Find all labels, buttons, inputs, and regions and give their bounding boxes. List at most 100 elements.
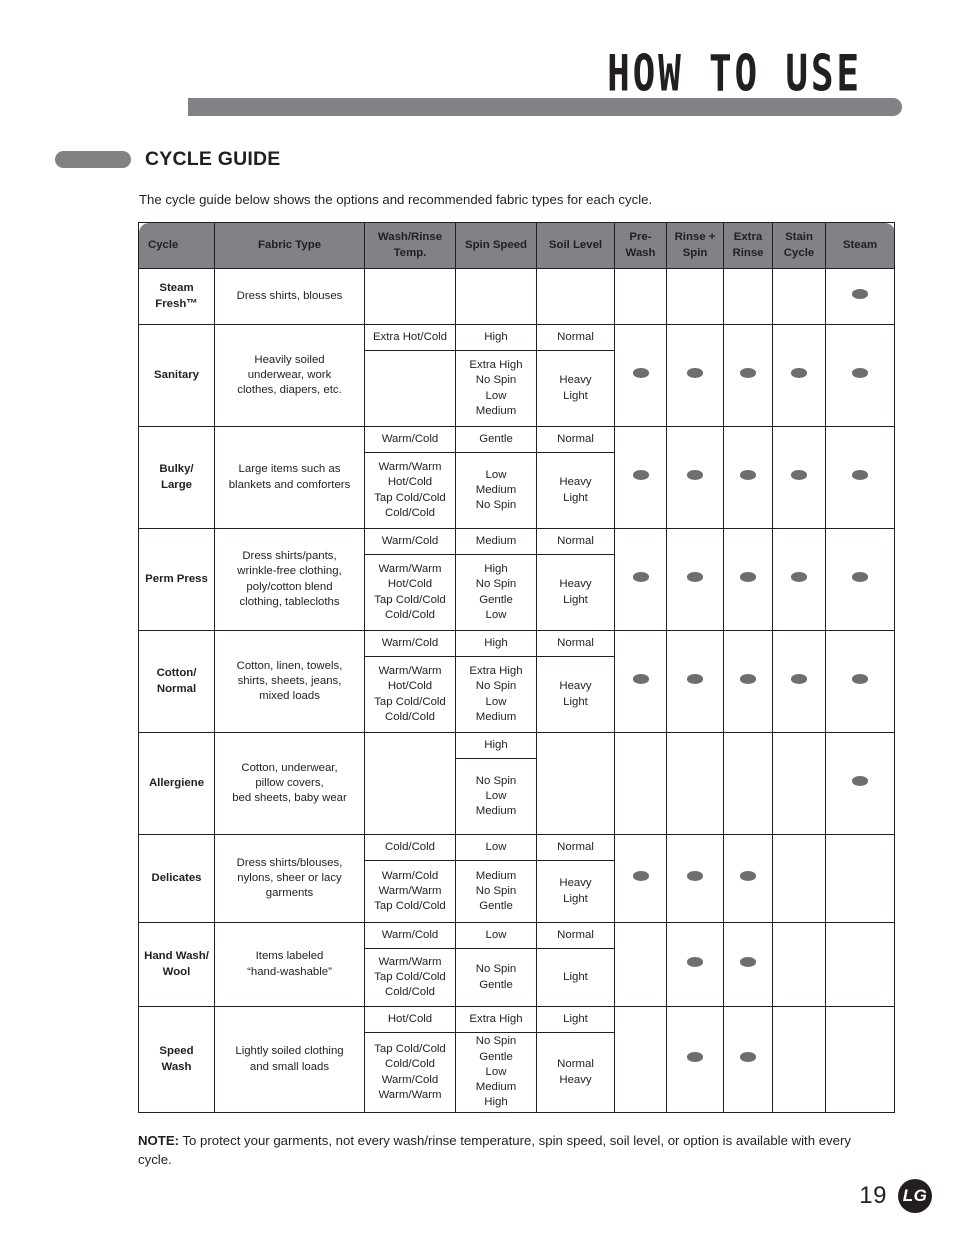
wash-rinse-temp-value: Warm/Warm [378,1088,442,1101]
spin-speed-value: No Spin [475,774,517,787]
spin-speed-value: Extra High [469,1012,523,1025]
cycle-name-line: Wool [162,965,191,978]
soil-level-value: Heavy [559,877,592,890]
cell-spin-speed-secondary: Extra High No Spin Low Medium [455,656,537,733]
fabric-line: poly/cotton blend [246,580,333,593]
cycle-guide-table: Cycle Fabric Type Wash/Rinse Temp. Spin Spee… [138,222,895,1113]
option-dot [740,871,756,881]
wash-rinse-temp-value: Warm/Cold [381,432,439,445]
option-dot [632,470,649,480]
cell-soil-level-primary: Normal [536,324,615,351]
cell-wash-rinse-temp-primary: Warm/Cold [364,426,456,453]
table-row: Hand Wash/Wool Items labeled “hand-washabl… [138,922,895,1007]
soil-level-value: Normal [557,432,594,445]
column-header-line: Spin Speed [464,238,528,251]
spin-speed-value: High [484,636,508,649]
cell-fabric-type: Cotton, linen, towels, shirts, sheets, je… [214,630,365,733]
soil-level-value: Heavy [559,1073,592,1086]
column-header-line: Wash [625,246,656,259]
soil-level-value: Light [563,892,588,905]
cell-option-steam [825,426,895,529]
note-body: To protect your garments, not every wash… [138,1133,851,1167]
option-dot [632,368,649,378]
cycle-name-line: Fresh™ [155,297,198,310]
cycle-name-line: Wash [161,1060,192,1073]
soil-level-value: Normal [557,636,594,649]
column-header-steam: Steam [825,222,895,269]
column-header-line: Cycle [148,238,179,251]
table-row: Bulky/Large Large items such as blankets a… [138,426,895,529]
cycle-guide-table-container: Cycle Fabric Type Wash/Rinse Temp. Spin Spee… [138,222,895,1113]
section-heading: CYCLE GUIDE [55,148,280,171]
cell-cycle-name: Bulky/Large [138,426,215,529]
cell-option-steam [825,324,895,427]
cycle-name-line: Sanitary [154,368,199,381]
cell-spin-speed-secondary: No Spin Gentle [455,948,537,1007]
soil-level-value: Heavy [559,374,592,387]
cell-spin-speed-secondary: Extra High No Spin Low Medium [455,350,537,427]
soil-level-value: Light [563,695,588,708]
wash-rinse-temp-value: Hot/Cold [387,680,433,693]
option-dot [791,674,807,684]
wash-rinse-temp-value: Cold/Cold [384,710,436,723]
fabric-line: and small loads [249,1060,330,1073]
cell-fabric-type: Heavily soiled underwear, work clothes, di… [214,324,365,427]
cycle-name-line: Perm Press [145,572,208,585]
spin-speed-value: Extra High [469,358,523,371]
cell-option-pre-wash [614,528,667,631]
cell-spin-speed-primary: High [455,324,537,351]
spin-speed-value: Low [485,389,507,402]
wash-rinse-temp-value: Warm/Cold [381,1073,439,1086]
column-header-stain-cycle: Stain Cycle [772,222,826,269]
cell-option-extra-rinse [723,528,773,631]
cell-option-pre-wash [614,426,667,529]
column-header-line: Rinse [732,246,764,259]
cell-option-extra-rinse [723,426,773,529]
cycle-name-line: Hand Wash/ [144,950,209,963]
cell-option-pre-wash [614,922,667,1007]
option-dot [852,470,868,480]
cell-option-extra-rinse [723,922,773,1007]
cell-option-steam [825,630,895,733]
cell-wash-rinse-temp-primary: Hot/Cold [364,1006,456,1033]
column-header-soil-level: Soil Level [536,222,615,269]
option-dot [852,572,868,582]
soil-level-value: Light [563,491,588,504]
spin-speed-value: No Spin [475,963,517,976]
column-header-rinse-plus-spin: Rinse + Spin [666,222,724,269]
fabric-line: Dress shirts, blouses [236,289,343,302]
cell-option-rinse-plus-spin [666,922,724,1007]
cell-soil-level-primary: Normal [536,426,615,453]
section-bullet-pill [55,151,131,168]
cell-spin-speed-secondary: No Spin Low Medium [455,758,537,835]
cell-soil-level [536,732,615,835]
soil-level-value: Heavy [559,476,592,489]
spin-speed-value: Low [485,840,507,853]
option-dot [687,1052,703,1062]
spin-speed-value: Medium [475,805,517,818]
wash-rinse-temp-value: Tap Cold/Cold [374,970,446,983]
cell-wash-rinse-temp [364,732,456,835]
soil-level-value: Normal [557,1058,594,1071]
cell-option-steam [825,732,895,835]
spin-speed-value: Gentle [479,978,513,991]
cell-fabric-type: Items labeled “hand-washable” [214,922,365,1007]
cell-wash-rinse-temp-secondary: Warm/Warm Hot/Cold Tap Cold/Cold Cold/Cold [364,656,456,733]
cell-option-stain-cycle [772,426,826,529]
cell-option-stain-cycle [772,1006,826,1113]
option-dot [687,470,703,480]
soil-level-value: Normal [557,330,594,343]
cell-soil-level-secondary: Heavy Light [536,350,615,427]
spin-speed-value: Medium [475,869,517,882]
wash-rinse-temp-value: Tap Cold/Cold [374,900,446,913]
spin-speed-value: High [484,1096,508,1109]
spin-speed-value: High [484,562,508,575]
cell-option-pre-wash [614,324,667,427]
cell-cycle-name: Cotton/Normal [138,630,215,733]
spin-speed-value: No Spin [475,374,517,387]
cell-option-steam [825,922,895,1007]
soil-level-value: Normal [557,534,594,547]
cell-soil-level-secondary: Heavy Light [536,452,615,529]
cycle-name-line: Cotton/ [156,667,197,680]
soil-level-value: Light [563,1012,588,1025]
